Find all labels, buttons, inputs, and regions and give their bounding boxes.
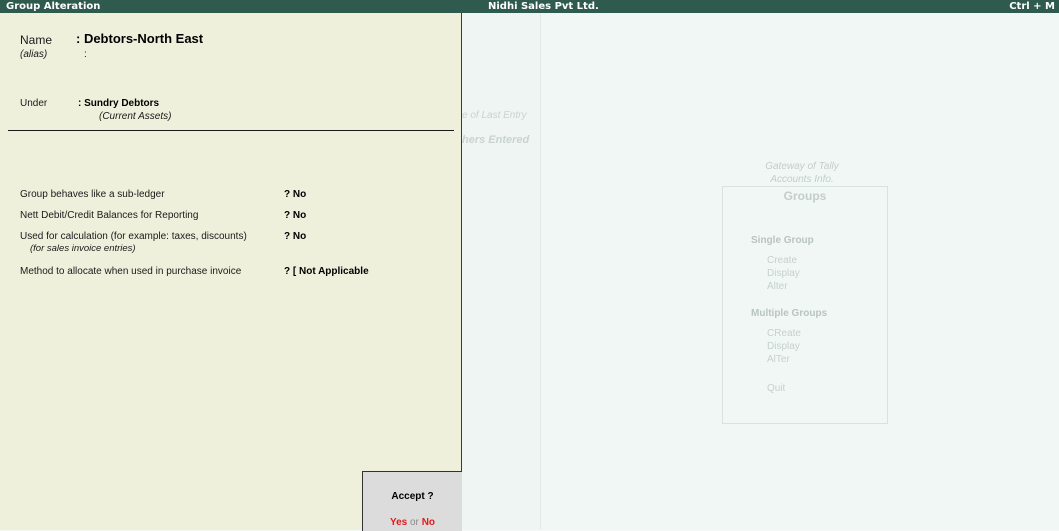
shortcut-label: Ctrl + M — [1009, 1, 1055, 12]
background-info-panel: e of Last Entry hers Entered — [462, 13, 540, 530]
allocation-method-label: Method to allocate when used in purchase… — [20, 266, 242, 277]
accept-options: Yes or No — [363, 517, 462, 528]
alias-field[interactable]: : — [84, 49, 87, 60]
used-for-calculation-label: Used for calculation (for example: taxes… — [20, 231, 247, 242]
menu-item-quit[interactable]: Quit — [767, 383, 785, 394]
menu-item-multi-alter[interactable]: AlTer — [767, 354, 790, 365]
menu-item-create[interactable]: Create — [767, 255, 797, 266]
groups-menu-title: Groups — [783, 189, 827, 203]
sub-ledger-label: Group behaves like a sub-ledger — [20, 189, 165, 200]
used-for-calculation-field[interactable]: ? No — [284, 231, 306, 242]
name-field[interactable]: : Debtors-North East — [76, 31, 203, 46]
under-parent-label: (Current Assets) — [99, 111, 172, 122]
name-label: Name — [20, 33, 53, 47]
under-label: Under — [20, 98, 48, 109]
menu-item-display[interactable]: Display — [767, 268, 800, 279]
accept-question: Accept ? — [391, 491, 434, 502]
sub-ledger-field[interactable]: ? No — [284, 189, 306, 200]
yes-button[interactable]: Yes — [390, 517, 407, 528]
title-bar: Group Alteration Nidhi Sales Pvt Ltd. Ct… — [0, 0, 1059, 13]
used-for-calculation-note: (for sales invoice entries) — [30, 243, 136, 254]
gateway-subtitle: Accounts Info. — [770, 174, 834, 185]
accept-dialog: Accept ? Yes or No — [362, 471, 462, 531]
form-divider — [8, 130, 454, 131]
nett-balances-label: Nett Debit/Credit Balances for Reporting — [20, 210, 199, 221]
menu-item-multi-create[interactable]: CReate — [767, 328, 801, 339]
group-alteration-form: Name : Debtors-North East (alias) : Unde… — [0, 13, 462, 530]
nett-balances-field[interactable]: ? No — [284, 210, 306, 221]
menu-item-multi-display[interactable]: Display — [767, 341, 800, 352]
vouchers-entered-label: hers Entered — [462, 134, 530, 146]
company-name: Nidhi Sales Pvt Ltd. — [488, 1, 599, 12]
gateway-title: Gateway of Tally — [765, 161, 839, 172]
under-field[interactable]: : Sundry Debtors — [78, 98, 159, 109]
allocation-method-field[interactable]: ? [ Not Applicable — [284, 266, 369, 277]
single-group-heading: Single Group — [751, 235, 814, 246]
screen-title: Group Alteration — [6, 1, 101, 12]
alias-label: (alias) — [20, 49, 48, 60]
menu-item-alter[interactable]: Alter — [767, 281, 788, 292]
no-button[interactable]: No — [422, 517, 435, 528]
or-label: or — [410, 517, 419, 528]
multiple-groups-heading: Multiple Groups — [751, 308, 828, 319]
last-entry-label: e of Last Entry — [462, 110, 527, 121]
groups-menu: Groups Single Group Create Display Alter… — [722, 186, 888, 424]
